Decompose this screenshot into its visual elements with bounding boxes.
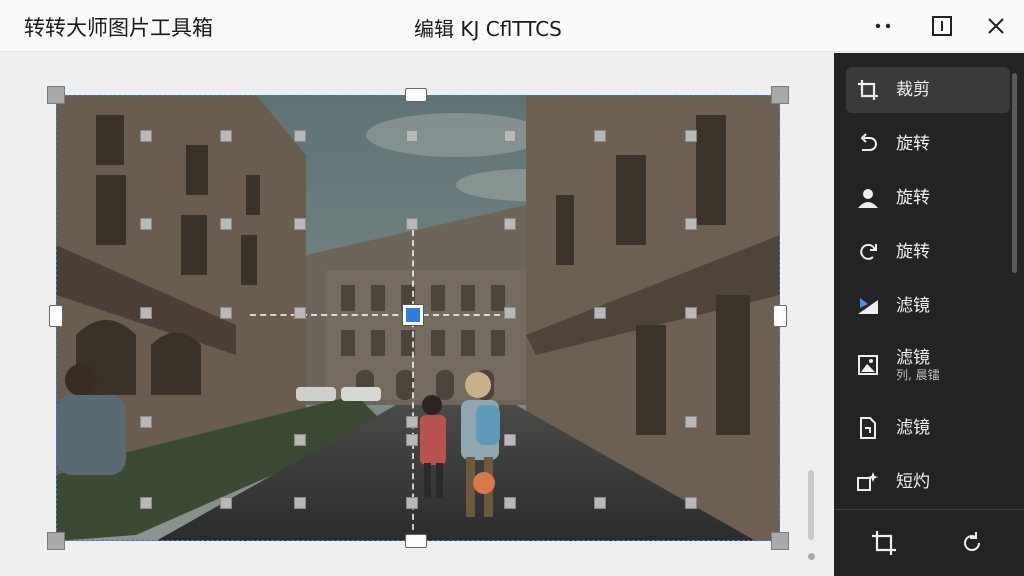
crop-handle-left[interactable] (49, 305, 63, 327)
sidebar-item-crop[interactable]: 裁剪 (846, 67, 1010, 113)
maximize-icon (932, 16, 952, 36)
grid-handle[interactable] (294, 497, 306, 509)
sidebar-item-rotate-person[interactable]: 旋转 (846, 175, 1010, 221)
grid-handle[interactable] (140, 130, 152, 142)
grid-handle[interactable] (220, 130, 232, 142)
grid-handle[interactable] (504, 497, 516, 509)
tools-sidebar: 裁剪 旋转 旋转 旋转 滤镜 滤镜 列, 晨镭 滤镜 短灼 (834, 53, 1024, 576)
app-title: 转转大师图片工具箱 (24, 16, 213, 40)
grid-handle[interactable] (685, 416, 697, 428)
sidebar-item-label-group: 滤镜 列, 晨镭 (896, 348, 940, 382)
sidebar-scrollbar[interactable] (1012, 73, 1017, 273)
crop-icon (854, 76, 882, 104)
grid-handle[interactable] (406, 434, 418, 446)
more-icon (875, 23, 891, 29)
grid-handle[interactable] (220, 218, 232, 230)
grid-handle[interactable] (504, 130, 516, 142)
grid-handle[interactable] (504, 307, 516, 319)
grid-handle[interactable] (504, 434, 516, 446)
more-options-button[interactable] (868, 10, 900, 42)
crop-handle-right[interactable] (773, 305, 787, 327)
sidebar-item-label: 滤镜 (896, 348, 930, 368)
grid-handle[interactable] (685, 218, 697, 230)
sidebar-item-label: 短灼 (896, 472, 930, 492)
filter-icon (854, 292, 882, 320)
crop-guide-vertical (412, 230, 414, 530)
document-icon (854, 414, 882, 442)
sidebar-item-filter[interactable]: 滤镜 (846, 283, 1010, 329)
grid-handle[interactable] (594, 130, 606, 142)
grid-handle[interactable] (220, 307, 232, 319)
crop-handle-top-right[interactable] (771, 86, 789, 104)
grid-handle[interactable] (294, 434, 306, 446)
sparkle-icon (854, 468, 882, 496)
grid-handle[interactable] (406, 218, 418, 230)
crop-handle-bottom-left[interactable] (47, 532, 65, 550)
crop-center-handle[interactable] (403, 305, 423, 325)
grid-handle[interactable] (294, 218, 306, 230)
rotate-right-icon (854, 238, 882, 266)
crop-handle-top[interactable] (405, 88, 427, 102)
sidebar-item-sublabel: 列, 晨镭 (896, 368, 940, 382)
grid-handle[interactable] (594, 497, 606, 509)
sidebar-item-rotate-right[interactable]: 旋转 (846, 229, 1010, 275)
crop-handle-top-left[interactable] (47, 86, 65, 104)
image-icon (854, 351, 882, 379)
reset-button[interactable] (954, 525, 990, 561)
sidebar-item-filter-document[interactable]: 滤镜 (846, 405, 1010, 451)
grid-handle[interactable] (140, 416, 152, 428)
rotate-left-icon (854, 130, 882, 158)
sidebar-item-label: 裁剪 (896, 80, 930, 100)
maximize-button[interactable] (926, 10, 958, 42)
crop-icon (872, 531, 896, 555)
scroll-indicator (808, 553, 815, 560)
document-title: 编辑 KJ CflTTCS (414, 17, 562, 41)
grid-handle[interactable] (685, 307, 697, 319)
canvas-scrollbar[interactable] (808, 470, 814, 540)
grid-handle[interactable] (406, 130, 418, 142)
sidebar-item-filter-presets[interactable]: 滤镜 列, 晨镭 (846, 337, 1010, 393)
grid-handle[interactable] (504, 218, 516, 230)
close-icon (988, 18, 1004, 34)
person-icon (854, 184, 882, 212)
sidebar-item-label: 滤镜 (896, 296, 930, 316)
grid-handle[interactable] (685, 497, 697, 509)
close-button[interactable] (980, 10, 1012, 42)
crop-handle-bottom-right[interactable] (771, 532, 789, 550)
sidebar-item-label: 旋转 (896, 188, 930, 208)
grid-handle[interactable] (406, 416, 418, 428)
grid-handle[interactable] (406, 497, 418, 509)
grid-handle[interactable] (140, 497, 152, 509)
crop-guide-horizontal (250, 314, 500, 316)
sidebar-item-label: 旋转 (896, 242, 930, 262)
sidebar-divider (834, 509, 1024, 510)
title-bar: 转转大师图片工具箱 编辑 KJ CflTTCS (0, 0, 1024, 52)
grid-handle[interactable] (685, 130, 697, 142)
grid-handle[interactable] (294, 307, 306, 319)
grid-handle[interactable] (294, 130, 306, 142)
apply-crop-button[interactable] (866, 525, 902, 561)
sidebar-item-label: 滤镜 (896, 418, 930, 438)
sidebar-item-label: 旋转 (896, 134, 930, 154)
reset-icon (964, 532, 981, 552)
grid-handle[interactable] (140, 307, 152, 319)
grid-handle[interactable] (594, 307, 606, 319)
grid-handle[interactable] (140, 218, 152, 230)
grid-handle[interactable] (220, 497, 232, 509)
sidebar-item-rotate-left[interactable]: 旋转 (846, 121, 1010, 167)
crop-handle-bottom[interactable] (405, 534, 427, 548)
sidebar-item-effects[interactable]: 短灼 (846, 459, 1010, 505)
